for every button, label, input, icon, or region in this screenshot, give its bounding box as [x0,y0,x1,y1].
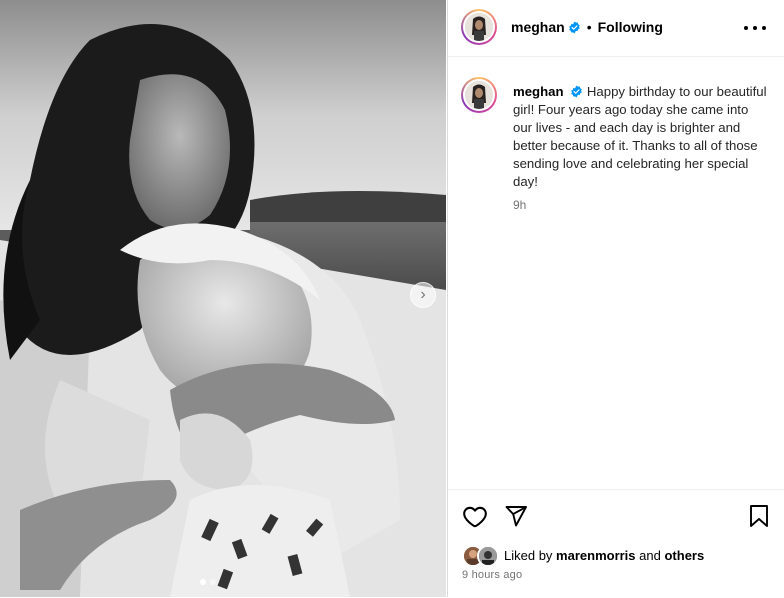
share-button[interactable] [504,504,528,528]
save-button[interactable] [748,504,770,528]
header-username-row: meghan • Following [511,19,663,35]
more-options-button[interactable] [744,18,766,38]
carousel-indicator [200,579,216,585]
carousel-dot [210,579,216,585]
paper-plane-icon [505,506,527,527]
post-modal: › meghan • Following meghan Happy birthd… [0,0,784,597]
author-avatar[interactable] [461,9,497,45]
verified-badge-icon [570,85,583,98]
more-horizontal-icon [744,26,748,30]
chevron-right-icon: › [420,286,426,303]
caption-text: meghan Happy birthday to our beautiful g… [513,83,769,191]
verified-badge-icon [568,21,581,34]
liked-by-user[interactable]: marenmorris [556,548,635,563]
liker-avatars[interactable] [462,545,500,567]
following-button[interactable]: Following [598,19,663,35]
liked-by-conjunction: and [639,547,661,563]
post-timestamp[interactable]: 9 hours ago [462,569,522,581]
heart-outline-icon [463,506,487,528]
liker-avatar [477,545,499,567]
bookmark-icon [750,505,768,527]
caption-timestamp[interactable]: 9h [513,198,526,212]
post-sidebar: meghan • Following meghan Happy birthday… [447,0,784,597]
carousel-dot [200,579,206,585]
avatar-image [465,13,493,41]
separator-dot: • [586,19,592,35]
caption-avatar[interactable] [461,77,497,113]
avatar-image [465,81,493,109]
post-header: meghan • Following [448,0,784,57]
carousel-next-button[interactable]: › [410,282,436,308]
caption-body: Happy birthday to our beautiful girl! Fo… [513,84,767,189]
photo-image [0,0,446,597]
author-username[interactable]: meghan [511,19,565,35]
liked-by: Liked by marenmorris and others [462,545,704,567]
post-actions: Liked by marenmorris and others 9 hours … [448,489,784,598]
post-photo[interactable]: › [0,0,446,597]
liked-by-others[interactable]: others [664,548,704,563]
liked-by-prefix: Liked by [504,547,553,563]
like-button[interactable] [462,504,488,530]
caption-username[interactable]: meghan [513,84,564,99]
